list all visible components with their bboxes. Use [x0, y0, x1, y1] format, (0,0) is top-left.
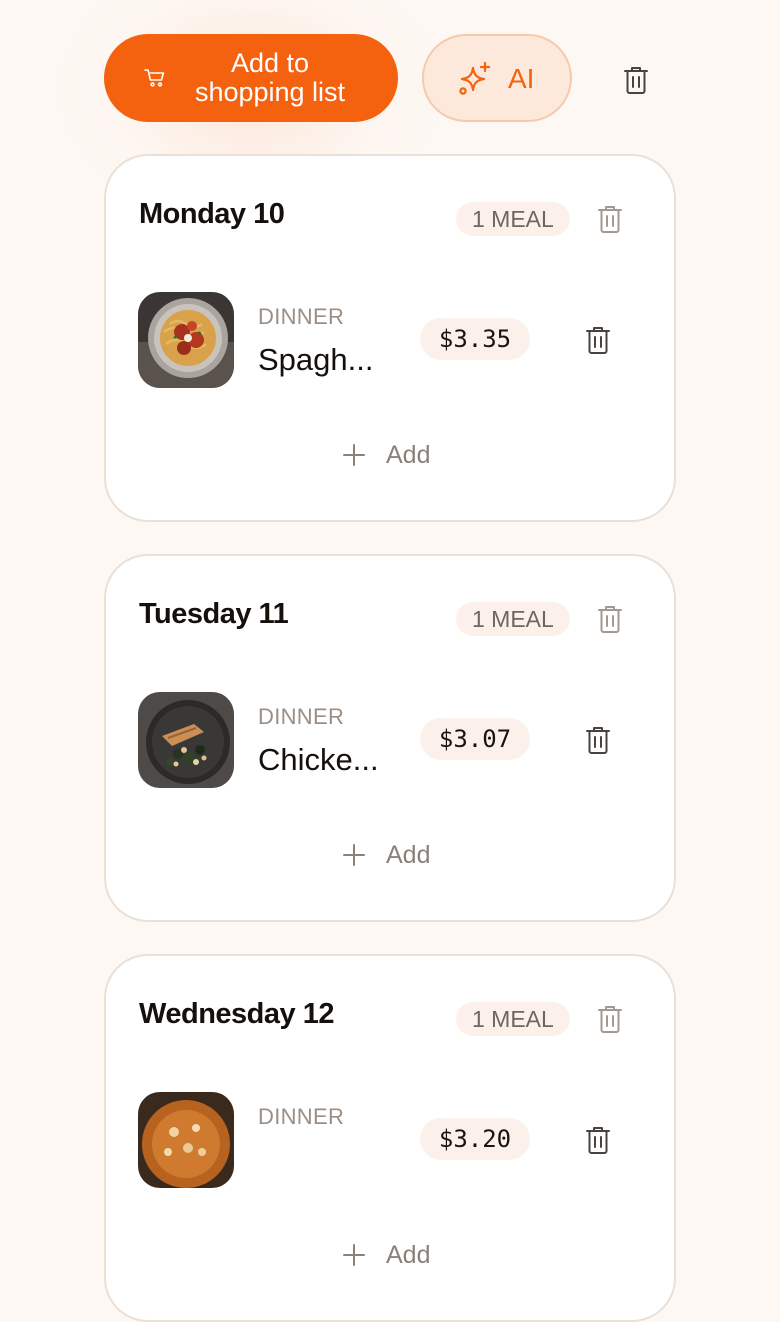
- sparkle-icon: [459, 61, 491, 95]
- clear-week-button[interactable]: [616, 60, 656, 100]
- meal-thumbnail[interactable]: [138, 692, 234, 788]
- cart-icon: [144, 69, 165, 87]
- meal-thumbnail[interactable]: [138, 1092, 234, 1188]
- delete-meal-button[interactable]: [582, 322, 614, 358]
- delete-meal-button[interactable]: [582, 722, 614, 758]
- trash-icon: [598, 206, 622, 233]
- spaghetti-image: [138, 292, 234, 388]
- trash-icon: [586, 727, 610, 754]
- add-meal-label: Add: [386, 440, 431, 469]
- meal-type-label: DINNER: [258, 304, 345, 329]
- trash-icon: [586, 1127, 610, 1154]
- ai-label: AI: [508, 63, 535, 94]
- day-card-wednesday: Wednesday 12 1 MEAL DINNER $3.20 Add: [104, 954, 676, 1322]
- add-to-shopping-list-button[interactable]: Add to shopping list: [104, 34, 398, 122]
- toolbar: Add to shopping list AI: [104, 34, 676, 122]
- chicken-image: [138, 692, 234, 788]
- meal-price-badge: $3.20: [420, 1118, 530, 1160]
- add-meal-button[interactable]: Add: [342, 838, 430, 872]
- meal-type-label: DINNER: [258, 1104, 345, 1129]
- day-title: Wednesday 12: [139, 998, 334, 1030]
- trash-icon: [624, 67, 648, 94]
- trash-icon: [598, 606, 622, 633]
- plus-icon: [343, 844, 365, 866]
- plus-icon: [343, 1244, 365, 1266]
- meal-price-badge: $3.07: [420, 718, 530, 760]
- meal-count-badge: 1 MEAL: [456, 202, 570, 236]
- delete-meal-button[interactable]: [582, 1122, 614, 1158]
- add-to-shopping-list-label: Add to shopping list: [194, 48, 346, 107]
- meal-row[interactable]: DINNER $3.20: [138, 1092, 638, 1188]
- trash-icon: [598, 1006, 622, 1033]
- meal-count-badge: 1 MEAL: [456, 602, 570, 636]
- day-card-monday: Monday 10 1 MEAL DINNER Spagh... $3.35 A…: [104, 154, 676, 522]
- add-meal-label: Add: [386, 840, 431, 869]
- delete-day-button[interactable]: [594, 602, 626, 636]
- meal-type-label: DINNER: [258, 704, 345, 729]
- meal-name[interactable]: Spagh...: [258, 342, 394, 378]
- add-meal-button[interactable]: Add: [342, 1238, 430, 1272]
- add-meal-button[interactable]: Add: [342, 438, 430, 472]
- orange-dish-image: [138, 1092, 234, 1188]
- ai-button[interactable]: AI: [422, 34, 572, 122]
- day-title: Monday 10: [139, 198, 285, 230]
- meal-row[interactable]: DINNER Spagh... $3.35: [138, 292, 638, 388]
- meal-name[interactable]: Chicke...: [258, 742, 394, 778]
- plus-icon: [343, 444, 365, 466]
- trash-icon: [586, 327, 610, 354]
- meal-row[interactable]: DINNER Chicke... $3.07: [138, 692, 638, 788]
- delete-day-button[interactable]: [594, 202, 626, 236]
- meal-thumbnail[interactable]: [138, 292, 234, 388]
- meal-count-badge: 1 MEAL: [456, 1002, 570, 1036]
- meal-price-badge: $3.35: [420, 318, 530, 360]
- day-title: Tuesday 11: [139, 598, 289, 630]
- delete-day-button[interactable]: [594, 1002, 626, 1036]
- add-meal-label: Add: [386, 1240, 431, 1269]
- day-card-tuesday: Tuesday 11 1 MEAL DINNER Chicke... $3.07…: [104, 554, 676, 922]
